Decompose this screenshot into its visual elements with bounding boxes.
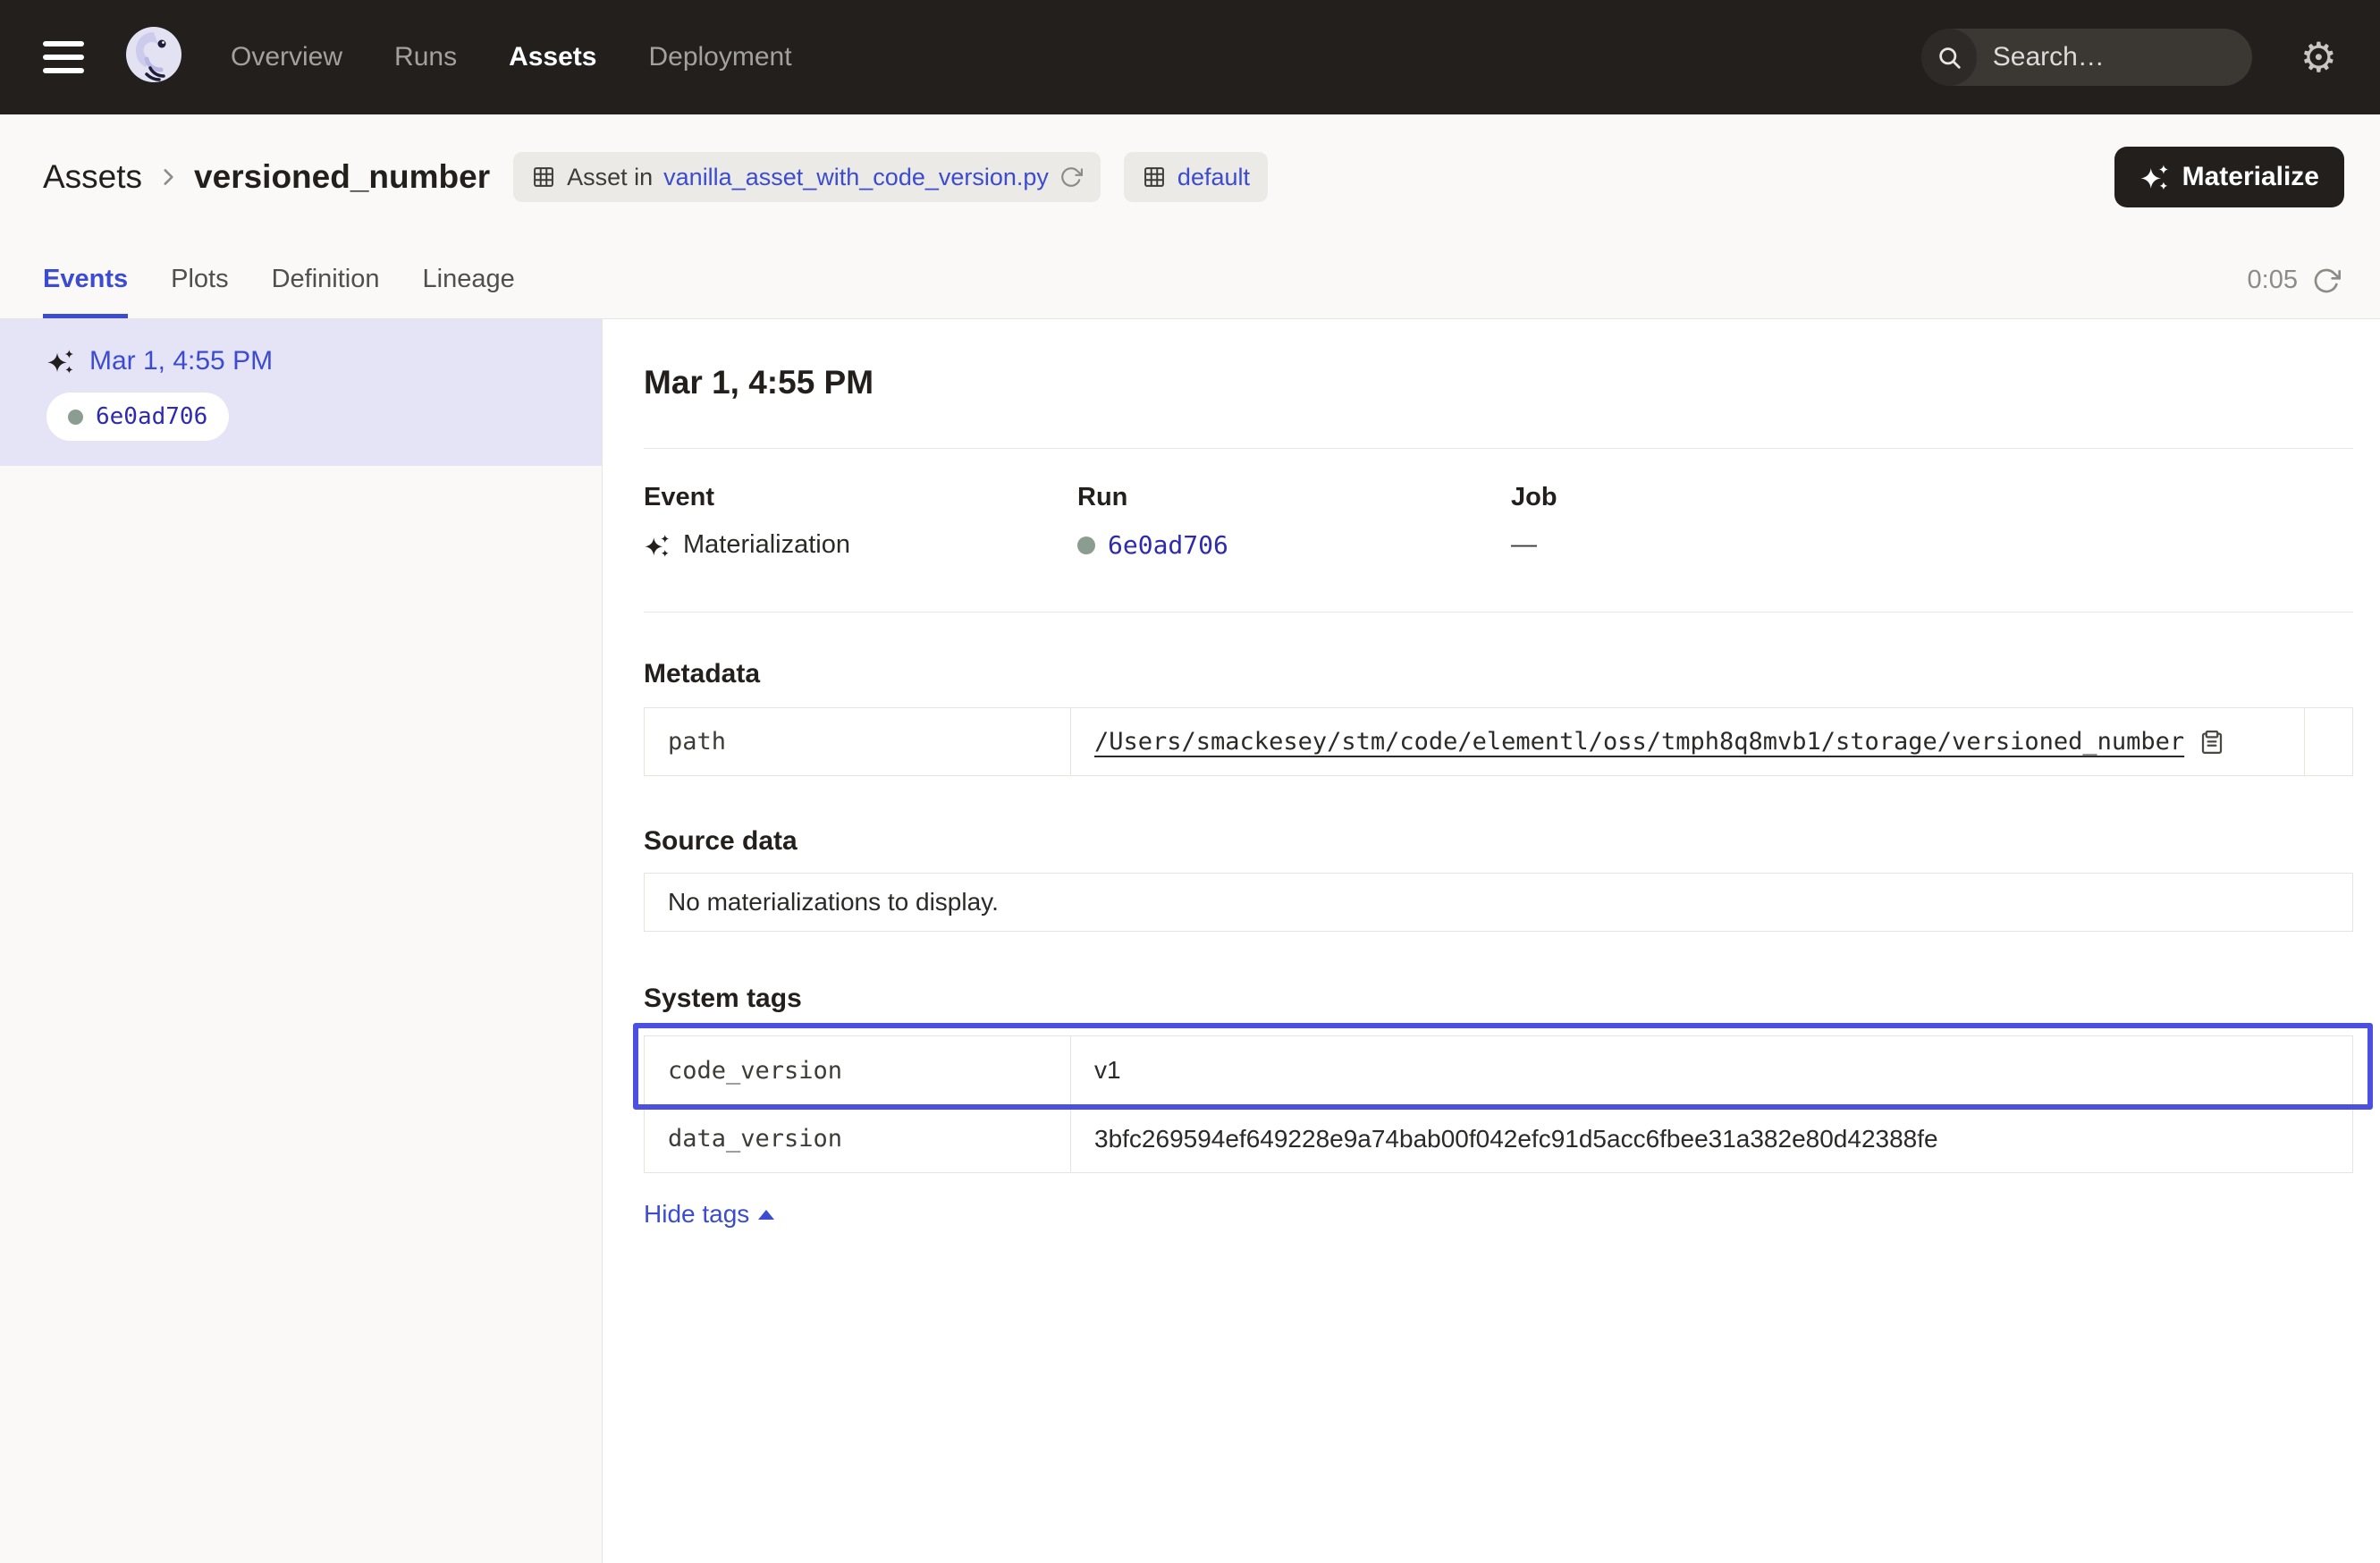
breadcrumb-assets-link[interactable]: Assets <box>43 158 142 196</box>
nav-runs[interactable]: Runs <box>394 42 457 72</box>
event-list-item-selected[interactable]: Mar 1, 4:55 PM 6e0ad706 <box>0 319 602 466</box>
tag-key: data_version <box>645 1105 1071 1172</box>
asset-header: Assets versioned_number Asset in vanilla… <box>0 114 2380 319</box>
source-data-empty-state: No materializations to display. <box>644 873 2353 932</box>
event-column: Event Materialization <box>644 483 1077 560</box>
menu-icon[interactable] <box>43 41 89 73</box>
event-label: Event <box>644 483 1077 512</box>
metadata-path-link[interactable]: /Users/smackesey/stm/code/elementl/oss/t… <box>1094 728 2184 756</box>
run-status-dot <box>68 410 83 425</box>
metadata-key: path <box>645 708 1071 775</box>
grid-icon <box>531 165 556 190</box>
job-label: Job <box>1511 483 2353 512</box>
job-value: — <box>1511 530 1537 560</box>
tag-key: code_version <box>645 1036 1071 1104</box>
copy-icon[interactable] <box>2199 729 2225 756</box>
tab-definition[interactable]: Definition <box>272 265 380 318</box>
materialize-button[interactable]: Materialize <box>2114 147 2344 207</box>
run-column: Run 6e0ad706 <box>1077 483 1511 560</box>
nav-overview[interactable]: Overview <box>231 42 342 72</box>
job-column: Job — <box>1511 483 2353 560</box>
triangle-up-icon <box>758 1210 774 1220</box>
system-tags-heading: System tags <box>644 984 2353 1014</box>
nav-assets[interactable]: Assets <box>509 42 596 72</box>
group-default-link[interactable]: default <box>1177 164 1250 191</box>
event-type-value: Materialization <box>683 530 850 560</box>
tag-value: 3bfc269594ef649228e9a74bab00f042efc91d5a… <box>1071 1105 2352 1172</box>
tag-value: v1 <box>1071 1036 2352 1104</box>
nav-deployment[interactable]: Deployment <box>648 42 791 72</box>
metadata-heading: Metadata <box>644 659 2353 689</box>
materialize-label: Materialize <box>2182 162 2319 192</box>
run-status-dot <box>1077 536 1095 554</box>
asset-in-label: Asset in <box>567 164 653 191</box>
event-detail-panel: Mar 1, 4:55 PM Event Materialization Run <box>603 319 2380 1563</box>
hide-tags-toggle[interactable]: Hide tags <box>644 1200 774 1229</box>
metadata-actions-gutter <box>2304 708 2352 775</box>
tab-events[interactable]: Events <box>43 265 128 318</box>
asset-group-badge: default <box>1124 152 1268 202</box>
tab-lineage[interactable]: Lineage <box>423 265 515 318</box>
search-box[interactable]: / <box>1921 29 2252 86</box>
divider <box>644 448 2353 449</box>
event-detail-title: Mar 1, 4:55 PM <box>644 364 2353 401</box>
settings-gear-icon[interactable]: ⚙ <box>2300 37 2337 78</box>
materialization-sparkle-icon <box>644 532 671 559</box>
run-id-link[interactable]: 6e0ad706 <box>1108 530 1228 560</box>
event-timestamp: Mar 1, 4:55 PM <box>89 346 273 376</box>
grid-icon <box>1142 165 1167 190</box>
primary-nav: Overview Runs Assets Deployment <box>231 42 792 72</box>
search-input[interactable] <box>1977 42 2252 72</box>
asset-name: versioned_number <box>194 158 490 196</box>
metadata-table: path /Users/smackesey/stm/code/elementl/… <box>644 707 2353 776</box>
run-chip[interactable]: 6e0ad706 <box>46 393 229 441</box>
table-row-data-version: data_version 3bfc269594ef649228e9a74bab0… <box>645 1104 2352 1172</box>
run-id: 6e0ad706 <box>96 403 207 430</box>
tab-plots[interactable]: Plots <box>171 265 228 318</box>
materialization-sparkle-icon <box>46 347 75 376</box>
system-tags-table: code_version v1 data_version 3bfc269594e… <box>644 1035 2353 1173</box>
chevron-right-icon <box>156 165 180 189</box>
asset-definition-badge: Asset in vanilla_asset_with_code_version… <box>513 152 1101 202</box>
reload-location-icon[interactable] <box>1059 165 1083 189</box>
asset-tabs: Events Plots Definition Lineage <box>43 265 515 318</box>
code-location-link[interactable]: vanilla_asset_with_code_version.py <box>663 164 1049 191</box>
dagster-logo-icon[interactable] <box>120 23 188 91</box>
hide-tags-label: Hide tags <box>644 1200 749 1229</box>
refresh-status: 0:05 <box>2248 266 2341 295</box>
divider <box>644 612 2353 613</box>
search-icon <box>1921 29 1977 86</box>
refresh-icon[interactable] <box>2312 266 2341 295</box>
refresh-countdown: 0:05 <box>2248 266 2298 295</box>
event-list-sidebar: Mar 1, 4:55 PM 6e0ad706 <box>0 319 603 1563</box>
source-data-heading: Source data <box>644 826 2353 857</box>
top-nav: Overview Runs Assets Deployment / ⚙ <box>0 0 2380 114</box>
table-row-code-version: code_version v1 <box>645 1036 2352 1104</box>
breadcrumb: Assets versioned_number <box>43 158 490 196</box>
sparkles-icon <box>2139 162 2170 192</box>
run-label: Run <box>1077 483 1511 512</box>
